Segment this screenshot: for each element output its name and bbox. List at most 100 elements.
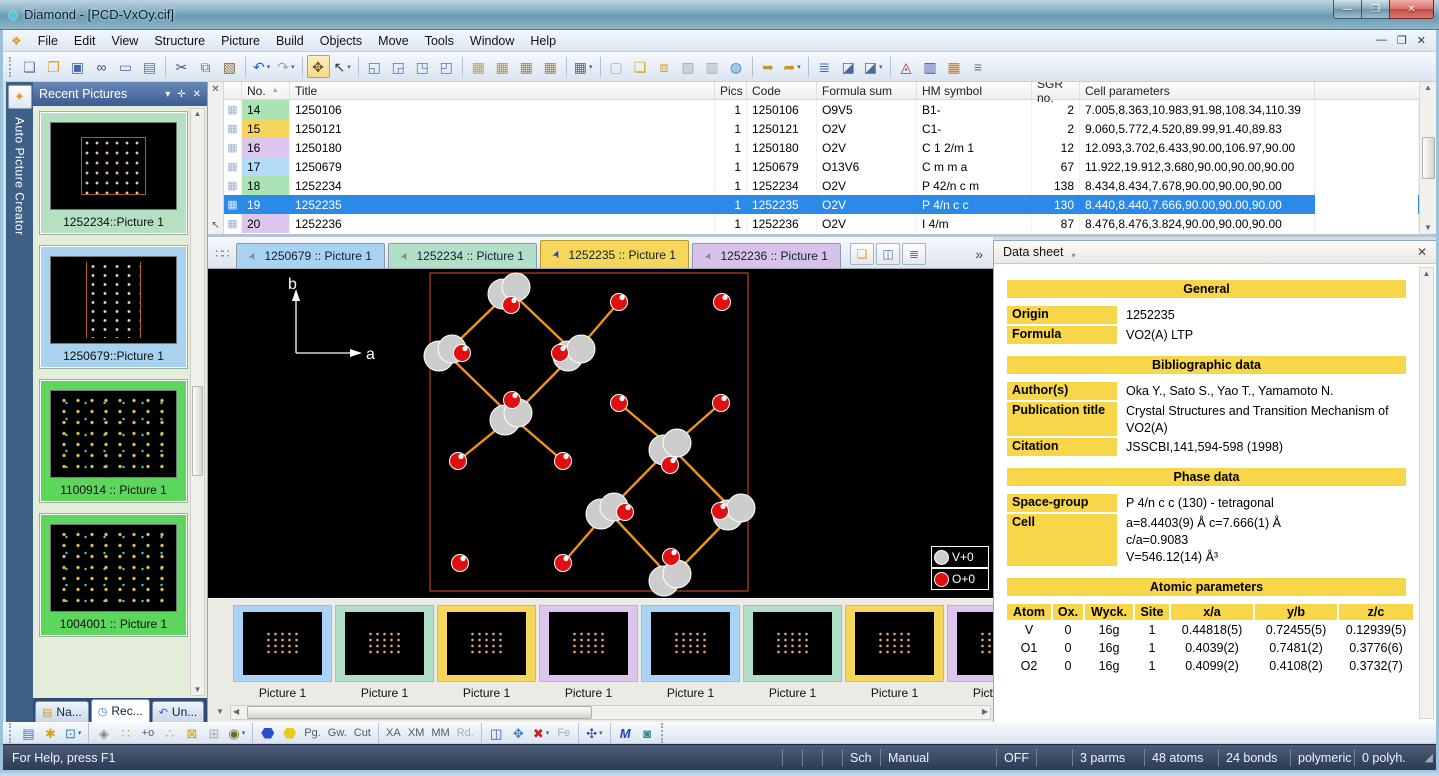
oxygen-atom[interactable] bbox=[617, 504, 634, 521]
xa-button[interactable]: XA bbox=[383, 724, 404, 743]
gw-button[interactable]: Gw. bbox=[325, 724, 350, 743]
menu-build[interactable]: Build bbox=[268, 32, 312, 50]
sidebar-tab-na[interactable]: ▤Na... bbox=[35, 701, 89, 722]
structure-canvas[interactable]: ba V+0O+0 bbox=[208, 269, 993, 598]
rd-button[interactable]: Rd. bbox=[454, 724, 477, 743]
oxygen-atom[interactable] bbox=[714, 294, 731, 311]
xm-button[interactable]: XM bbox=[405, 724, 428, 743]
table-close-button[interactable]: ✕ bbox=[211, 85, 219, 95]
build-net-button[interactable]: ⊠ bbox=[181, 724, 202, 743]
menu-file[interactable]: File bbox=[30, 32, 66, 50]
chevron-down-icon[interactable]: ▾ bbox=[1071, 251, 1075, 260]
close-button[interactable]: ✕ bbox=[1389, 0, 1434, 19]
open-file-button[interactable]: ❐ bbox=[42, 55, 65, 78]
chevron-down-icon[interactable]: ▾ bbox=[165, 89, 170, 100]
cut-button[interactable]: ✂ bbox=[170, 55, 193, 78]
measure-button[interactable]: M bbox=[615, 724, 636, 743]
scrollbar-thumb[interactable] bbox=[247, 706, 592, 719]
new-picture-tab-button[interactable]: ❏ bbox=[850, 243, 874, 265]
mm-button[interactable]: MM bbox=[428, 724, 452, 743]
copy-picture-button[interactable]: ⧈ bbox=[653, 55, 676, 78]
picture-strip-item[interactable]: Picture 1 bbox=[845, 605, 944, 703]
oxygen-atom[interactable] bbox=[663, 549, 680, 566]
filmstrip-scrollbar[interactable]: ◀ ▶ bbox=[230, 705, 991, 720]
powder-pattern-button[interactable]: ◬ bbox=[895, 55, 918, 78]
oxygen-atom[interactable] bbox=[712, 503, 729, 520]
toolbar-grip[interactable] bbox=[9, 57, 13, 77]
window-layout-button[interactable]: ◫ bbox=[876, 243, 900, 265]
table-row[interactable]: ▦20125223611252236O2VI 4/m878.476,8.476,… bbox=[224, 214, 1419, 233]
table-scrollbar[interactable]: ▲ ▼ bbox=[1419, 82, 1436, 234]
vanadium-atom[interactable] bbox=[727, 494, 755, 522]
oxygen-atom[interactable] bbox=[662, 457, 679, 474]
column-header-title[interactable]: Title bbox=[290, 82, 715, 99]
properties-pane-button[interactable]: ◲ bbox=[387, 55, 410, 78]
new-picture-button[interactable]: ❏ bbox=[629, 55, 652, 78]
picture-tab-1250679[interactable]: ➤1250679 :: Picture 1 bbox=[236, 243, 385, 268]
picture-tab-1252234[interactable]: ➤1252234 :: Picture 1 bbox=[388, 243, 537, 268]
split-view-button[interactable]: ◪ bbox=[837, 55, 860, 78]
polygon-blue-button[interactable] bbox=[257, 724, 278, 743]
title-bar[interactable]: ◆ Diamond - [PCD-VxOy.cif] — ❐ ✕ bbox=[0, 0, 1439, 30]
menu-structure[interactable]: Structure bbox=[146, 32, 213, 50]
print-button[interactable]: ▤ bbox=[138, 55, 161, 78]
close-icon[interactable]: ✕ bbox=[1417, 245, 1427, 259]
auto-picture-creator-tab[interactable]: Auto Picture Creator bbox=[13, 117, 27, 236]
picture-strip-item[interactable]: Picture 1 bbox=[641, 605, 740, 703]
scroll-right-icon[interactable]: ▶ bbox=[982, 708, 988, 716]
history-pane-button[interactable]: ◳ bbox=[411, 55, 434, 78]
export-button[interactable]: ➦ bbox=[781, 55, 804, 78]
column-header-no[interactable]: No.▲ bbox=[242, 82, 290, 99]
sidebar-scrollbar[interactable]: ▲ ▼ bbox=[190, 108, 205, 696]
cut-bonds-button[interactable]: Cut bbox=[351, 724, 374, 743]
menu-tools[interactable]: Tools bbox=[417, 32, 462, 50]
oxygen-atom[interactable] bbox=[611, 395, 628, 412]
toolbar-grip[interactable] bbox=[661, 723, 665, 743]
scroll-left-icon[interactable]: ◀ bbox=[233, 708, 239, 716]
destroy-polyhedron-button[interactable]: ◈ bbox=[93, 724, 114, 743]
resize-grip[interactable]: ◢ bbox=[1420, 751, 1436, 764]
column-header-sgrno[interactable]: SGR no. bbox=[1032, 82, 1080, 99]
picture-tab-1252235[interactable]: ➤1252235 :: Picture 1 bbox=[540, 240, 689, 268]
paste-button[interactable]: ▧ bbox=[218, 55, 241, 78]
vanadium-atom[interactable] bbox=[567, 335, 595, 363]
pg-button[interactable]: Pg. bbox=[301, 724, 324, 743]
oxygen-atom[interactable] bbox=[454, 345, 471, 362]
table-row[interactable]: ▦15125012111250121O2VC1-29.060,5.772,4.5… bbox=[224, 119, 1419, 138]
table-row[interactable]: ▦18125223411252234O2VP 42/n c m1388.434,… bbox=[224, 176, 1419, 195]
table-row[interactable]: ▦14125010611250106O9V5B1-27.005,8.363,10… bbox=[224, 100, 1419, 119]
edit-datasheet-button[interactable]: ▤ bbox=[18, 724, 39, 743]
fill-pattern-button[interactable]: ✣ bbox=[583, 724, 605, 743]
blank-picture-button[interactable]: ▢ bbox=[605, 55, 628, 78]
scroll-up-icon[interactable]: ▲ bbox=[194, 110, 202, 118]
web-export-button[interactable]: ◍ bbox=[725, 55, 748, 78]
pin-icon[interactable]: ✛ bbox=[177, 89, 185, 100]
picture-strip-item[interactable]: Picture 1 bbox=[947, 605, 993, 703]
grid-view-button[interactable]: ▦ bbox=[571, 55, 596, 78]
toolbar-options-button[interactable]: ≡ bbox=[967, 55, 990, 78]
menu-objects[interactable]: Objects bbox=[312, 32, 370, 50]
complete-fragment-button[interactable]: ∴ bbox=[159, 724, 180, 743]
sidebar-tab-un[interactable]: ↶Un... bbox=[152, 701, 205, 722]
menu-move[interactable]: Move bbox=[370, 32, 417, 50]
table-row[interactable]: ▦19125223511252235O2VP 4/n c c1308.440,8… bbox=[224, 195, 1419, 214]
scroll-up-icon[interactable]: ▲ bbox=[1423, 270, 1431, 718]
print-preview-button[interactable]: ▭ bbox=[114, 55, 137, 78]
oxygen-atom[interactable] bbox=[450, 453, 467, 470]
tab-list-button[interactable]: ∷∷ bbox=[211, 243, 233, 265]
picture-tab-1252236[interactable]: ➤1252236 :: Picture 1 bbox=[692, 243, 841, 268]
vanadium-atom[interactable] bbox=[663, 429, 691, 457]
oxygen-atom[interactable] bbox=[555, 453, 572, 470]
render-button[interactable]: ◙ bbox=[637, 724, 658, 743]
data-sheet-scrollbar[interactable]: ▲ bbox=[1419, 267, 1434, 719]
column-header-formulasum[interactable]: Formula sum bbox=[817, 82, 917, 99]
mdi-minimize-button[interactable]: — bbox=[1376, 34, 1387, 47]
packing-button[interactable]: ⊞ bbox=[203, 724, 224, 743]
copy-button[interactable]: ⧉ bbox=[194, 55, 217, 78]
table-row[interactable]: ▦16125018011250180O2VC 1 2/m 11212.093,3… bbox=[224, 138, 1419, 157]
pan-mode-button[interactable]: ✥ bbox=[307, 55, 330, 78]
import-button[interactable]: ➥ bbox=[757, 55, 780, 78]
column-header-cellparameters[interactable]: Cell parameters bbox=[1080, 82, 1315, 99]
toolbar-grip[interactable] bbox=[9, 723, 13, 743]
mdi-restore-button[interactable]: ❐ bbox=[1397, 34, 1407, 47]
